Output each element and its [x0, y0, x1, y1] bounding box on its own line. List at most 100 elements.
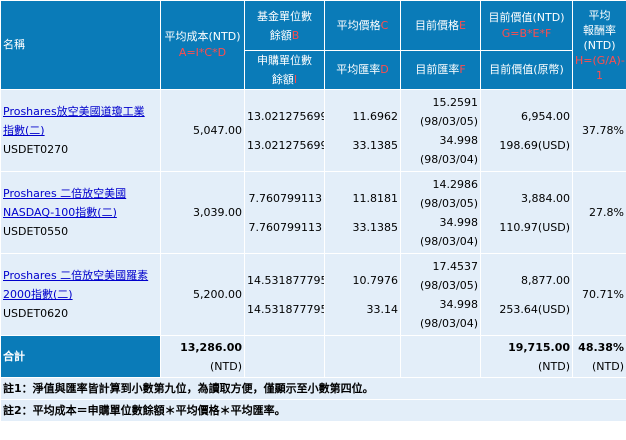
- avg-price-fx-cell: 11.6962 33.1385: [324, 89, 401, 172]
- header-row-1: 名稱 平均成本(NTD) A=I*C*D 基金單位數 餘額B 平均價格C 目前價…: [0, 0, 626, 90]
- fund-name-line2[interactable]: NASDAQ-100指數(二): [3, 206, 117, 219]
- units-cell: 7.760799113 7.760799113: [244, 171, 325, 254]
- fund-code: USDET0550: [3, 225, 69, 238]
- totals-value-ntd: 19,715.00: [508, 340, 570, 354]
- header-return-line2: 報酬率: [583, 23, 616, 37]
- purchase-units: 13.021275699: [247, 138, 325, 152]
- fund-name-link[interactable]: Proshares 二倍放空美國羅素 2000指數(二): [3, 266, 158, 304]
- units-cell: 14.531877795 14.531877795: [244, 253, 325, 336]
- totals-value-ntd-unit: (NTD): [537, 359, 570, 373]
- note-row-2: 註2：平均成本＝申購單位數餘額＊平均價格＊平均匯率。: [0, 399, 626, 422]
- header-purchase-units-line2: 餘額: [271, 73, 294, 86]
- return-pct: 27.8%: [572, 171, 626, 254]
- value-orig: 110.97(USD): [499, 220, 570, 234]
- fund-name-link[interactable]: Proshares放空美國道瓊工業 指數(二): [3, 102, 158, 140]
- header-cur-value-ntd: 目前價值(NTD) G=B*E*F: [480, 0, 573, 51]
- header-purchase-units-line1: 申購單位數: [257, 54, 312, 67]
- avg-price: 11.8181: [352, 191, 399, 205]
- header-avg-price-letter: C: [380, 18, 389, 32]
- header-cur-fx-letter: F: [459, 63, 466, 76]
- table-row: Proshares 二倍放空美國羅素 2000指數(二) USDET0620 5…: [0, 253, 626, 336]
- fund-units: 7.760799113: [248, 191, 322, 205]
- avg-fx: 33.1385: [352, 220, 399, 234]
- header-avg-price-label: 平均價格: [336, 18, 381, 32]
- totals-return: 48.38%: [578, 340, 624, 354]
- totals-empty-cur-price: [400, 335, 481, 378]
- return-pct: 70.71%: [572, 253, 626, 336]
- cur-price-fx-cell: 15.2591 (98/03/05) 34.998 (98/03/04): [400, 89, 481, 172]
- header-avg-cost-formula: A=I*C*D: [178, 46, 227, 59]
- fund-name-line1[interactable]: Proshares 二倍放空美國羅素: [3, 269, 148, 282]
- totals-row: 合計 13,286.00 (NTD) 19,715.00 (NTD) 48.38…: [0, 335, 626, 378]
- cur-price-fx-cell: 17.4537 (98/03/05) 34.998 (98/03/04): [400, 253, 481, 336]
- purchase-units: 14.531877795: [247, 302, 325, 316]
- header-avg-fx-letter: D: [380, 63, 389, 76]
- header-cur-fx: 目前匯率F: [400, 50, 481, 90]
- totals-avg-cost-unit: (NTD): [209, 359, 242, 373]
- header-cur-price-letter: E: [459, 18, 466, 32]
- header-purchase-units: 申購單位數 餘額I: [244, 50, 325, 90]
- header-return-line1: 平均: [588, 8, 611, 22]
- cur-price-date: (98/03/05): [420, 196, 478, 210]
- header-return-line3: (NTD): [583, 38, 616, 52]
- fund-units: 14.531877795: [247, 273, 325, 287]
- fund-holdings-table: 名稱 平均成本(NTD) A=I*C*D 基金單位數 餘額B 平均價格C 目前價…: [0, 0, 626, 422]
- avg-fx: 33.1385: [352, 138, 399, 152]
- cur-fx: 34.998: [439, 297, 479, 311]
- header-cur-fx-label: 目前匯率: [415, 63, 460, 76]
- avg-cost: 5,200.00: [160, 253, 245, 336]
- cur-fx-date: (98/03/04): [420, 152, 478, 166]
- note-row-1: 註1：淨值與匯率皆計算到小數第九位，為讀取方便，僅顯示至小數第四位。: [0, 377, 626, 400]
- totals-label: 合計: [0, 335, 161, 378]
- fund-name-line2[interactable]: 指數(二): [3, 124, 45, 137]
- header-cur-price-label: 目前價格: [415, 18, 460, 32]
- fund-name-cell: Proshares 二倍放空美國 NASDAQ-100指數(二) USDET05…: [0, 171, 161, 254]
- avg-fx: 33.14: [366, 302, 399, 316]
- cur-fx-date: (98/03/04): [420, 234, 478, 248]
- header-purchase-units-letter: I: [293, 73, 298, 86]
- fund-name-cell: Proshares 二倍放空美國羅素 2000指數(二) USDET0620: [0, 253, 161, 336]
- header-cur-value-formula: G=B*E*F: [501, 26, 552, 40]
- avg-price-fx-cell: 10.7976 33.14: [324, 253, 401, 336]
- value-cell: 3,884.00 110.97(USD): [480, 171, 573, 254]
- header-fund-units-line2: 餘額: [269, 28, 292, 42]
- fund-name-line1[interactable]: Proshares 二倍放空美國: [3, 187, 126, 200]
- header-cur-value-orig: 目前價值(原幣): [480, 50, 573, 90]
- cur-price: 15.2591: [432, 95, 479, 109]
- fund-name-line2[interactable]: 2000指數(二): [3, 288, 73, 301]
- header-return: 平均 報酬率 (NTD) H=(G/A)- 1: [572, 0, 626, 90]
- avg-cost: 3,039.00: [160, 171, 245, 254]
- fund-code: USDET0270: [3, 143, 69, 156]
- header-cur-price: 目前價格E: [400, 0, 481, 51]
- header-avg-cost-label: 平均成本(NTD): [164, 30, 241, 43]
- fund-code: USDET0620: [3, 307, 69, 320]
- cur-fx-date: (98/03/04): [420, 316, 478, 330]
- fund-units: 13.021275699: [247, 109, 325, 123]
- header-avg-price: 平均價格C: [324, 0, 401, 51]
- header-avg-fx: 平均匯率D: [324, 50, 401, 90]
- cur-price-fx-cell: 14.2986 (98/03/05) 34.998 (98/03/04): [400, 171, 481, 254]
- header-fund-units: 基金單位數 餘額B: [244, 0, 325, 51]
- totals-return-cell: 48.38% (NTD): [572, 335, 626, 378]
- avg-cost: 5,047.00: [160, 89, 245, 172]
- totals-empty-units: [244, 335, 325, 378]
- note-2: 註2：平均成本＝申購單位數餘額＊平均價格＊平均匯率。: [0, 399, 626, 422]
- value-cell: 6,954.00 198.69(USD): [480, 89, 573, 172]
- table-row: Proshares 二倍放空美國 NASDAQ-100指數(二) USDET05…: [0, 171, 626, 254]
- header-avg-cost: 平均成本(NTD) A=I*C*D: [160, 0, 245, 90]
- cur-fx: 34.998: [439, 133, 479, 147]
- header-fund-units-letter: B: [291, 28, 300, 42]
- header-name: 名稱: [0, 0, 161, 90]
- fund-name-cell: Proshares放空美國道瓊工業 指數(二) USDET0270: [0, 89, 161, 172]
- cur-price-date: (98/03/05): [420, 114, 478, 128]
- fund-name-line1[interactable]: Proshares放空美國道瓊工業: [3, 105, 145, 118]
- fund-name-link[interactable]: Proshares 二倍放空美國 NASDAQ-100指數(二): [3, 184, 158, 222]
- totals-avg-cost-cell: 13,286.00 (NTD): [160, 335, 245, 378]
- value-orig: 198.69(USD): [499, 138, 570, 152]
- value-orig: 253.64(USD): [499, 302, 570, 316]
- value-ntd: 6,954.00: [521, 109, 570, 123]
- header-name-label: 名稱: [3, 38, 25, 51]
- cur-fx: 34.998: [439, 215, 479, 229]
- note-1: 註1：淨值與匯率皆計算到小數第九位，為讀取方便，僅顯示至小數第四位。: [0, 377, 626, 400]
- avg-price: 10.7976: [352, 273, 399, 287]
